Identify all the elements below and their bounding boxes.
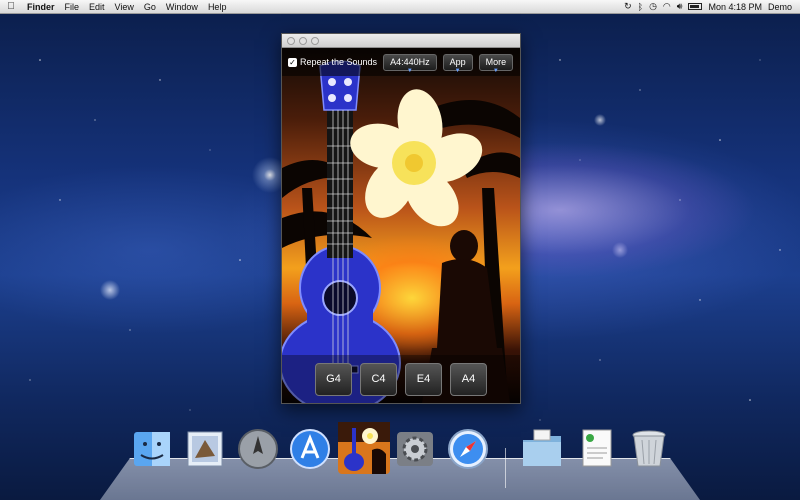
dock-separator xyxy=(505,448,506,488)
repeat-sounds-label: Repeat the Sounds xyxy=(300,57,378,67)
string-e4-button[interactable]: E4 xyxy=(405,362,442,396)
menu-extras: ↻ ᛒ ◷ ◠ 🔊︎ Mon 4:18 PM Demo xyxy=(624,1,800,12)
chevron-down-icon: ▼ xyxy=(454,67,461,74)
string-c4-button[interactable]: C4 xyxy=(360,362,397,396)
menu-bar:  Finder File Edit View Go Window Help ↻… xyxy=(0,0,800,14)
timer-icon[interactable]: ◷ xyxy=(649,1,657,12)
menu-file[interactable]: File xyxy=(60,2,85,12)
app-store-icon[interactable] xyxy=(288,426,332,470)
minimize-window-button[interactable] xyxy=(299,36,307,45)
app-button-label: App xyxy=(449,57,466,67)
menu-finder[interactable]: Finder xyxy=(22,2,60,12)
time-machine-icon[interactable]: ↻ xyxy=(624,1,632,12)
system-preferences-icon[interactable] xyxy=(393,426,437,470)
safari-icon[interactable] xyxy=(446,426,490,470)
document-icon[interactable] xyxy=(575,426,619,470)
menu-go[interactable]: Go xyxy=(139,2,161,12)
trash-icon[interactable] xyxy=(627,426,671,470)
apple-icon[interactable]:  xyxy=(0,1,22,12)
chevron-down-icon: ▼ xyxy=(406,67,413,74)
launchpad-icon[interactable] xyxy=(236,426,280,470)
menu-view[interactable]: View xyxy=(110,2,139,12)
window-titlebar[interactable] xyxy=(282,34,520,48)
ukulele-app-window: ✓ Repeat the Sounds A4:440Hz ▼ App ▼ Mor… xyxy=(281,33,521,404)
tuning-button-label: A4:440Hz xyxy=(390,57,430,67)
string-buttons: G4 C4 E4 A4 xyxy=(282,355,520,403)
downloads-folder-icon[interactable] xyxy=(520,426,564,470)
battery-icon[interactable] xyxy=(688,3,703,10)
clock[interactable]: Mon 4:18 PM xyxy=(708,2,762,12)
string-a4-button[interactable]: A4 xyxy=(450,362,487,396)
wifi-icon[interactable]: ◠ xyxy=(663,1,671,12)
zoom-window-button[interactable] xyxy=(311,36,319,45)
tuning-button[interactable]: A4:440Hz ▼ xyxy=(383,53,437,74)
ukulele-artwork xyxy=(282,60,520,403)
volume-icon[interactable]: 🔊︎ xyxy=(677,1,683,12)
menu-window[interactable]: Window xyxy=(161,2,203,12)
fretboard xyxy=(327,108,353,258)
more-button[interactable]: More ▼ xyxy=(478,53,514,74)
ukulele-app-icon[interactable] xyxy=(336,420,392,476)
menu-edit[interactable]: Edit xyxy=(84,2,110,12)
repeat-sounds-checkbox[interactable]: ✓ Repeat the Sounds xyxy=(288,57,377,67)
user-menu[interactable]: Demo xyxy=(768,2,792,12)
ukulele-view: ✓ Repeat the Sounds A4:440Hz ▼ App ▼ Mor… xyxy=(282,48,520,403)
sound-hole xyxy=(322,280,358,316)
string-g4-button[interactable]: G4 xyxy=(315,362,352,396)
bluetooth-icon[interactable]: ᛒ xyxy=(638,2,643,12)
mail-icon[interactable] xyxy=(183,426,227,470)
chevron-down-icon: ▼ xyxy=(492,67,499,74)
checkbox-check-icon[interactable]: ✓ xyxy=(288,57,297,67)
app-button[interactable]: App ▼ xyxy=(442,53,473,74)
menu-help[interactable]: Help xyxy=(203,2,232,12)
more-button-label: More xyxy=(485,57,507,67)
app-toolbar: ✓ Repeat the Sounds A4:440Hz ▼ App ▼ Mor… xyxy=(282,48,520,76)
close-window-button[interactable] xyxy=(287,36,295,45)
finder-icon[interactable] xyxy=(130,426,174,470)
